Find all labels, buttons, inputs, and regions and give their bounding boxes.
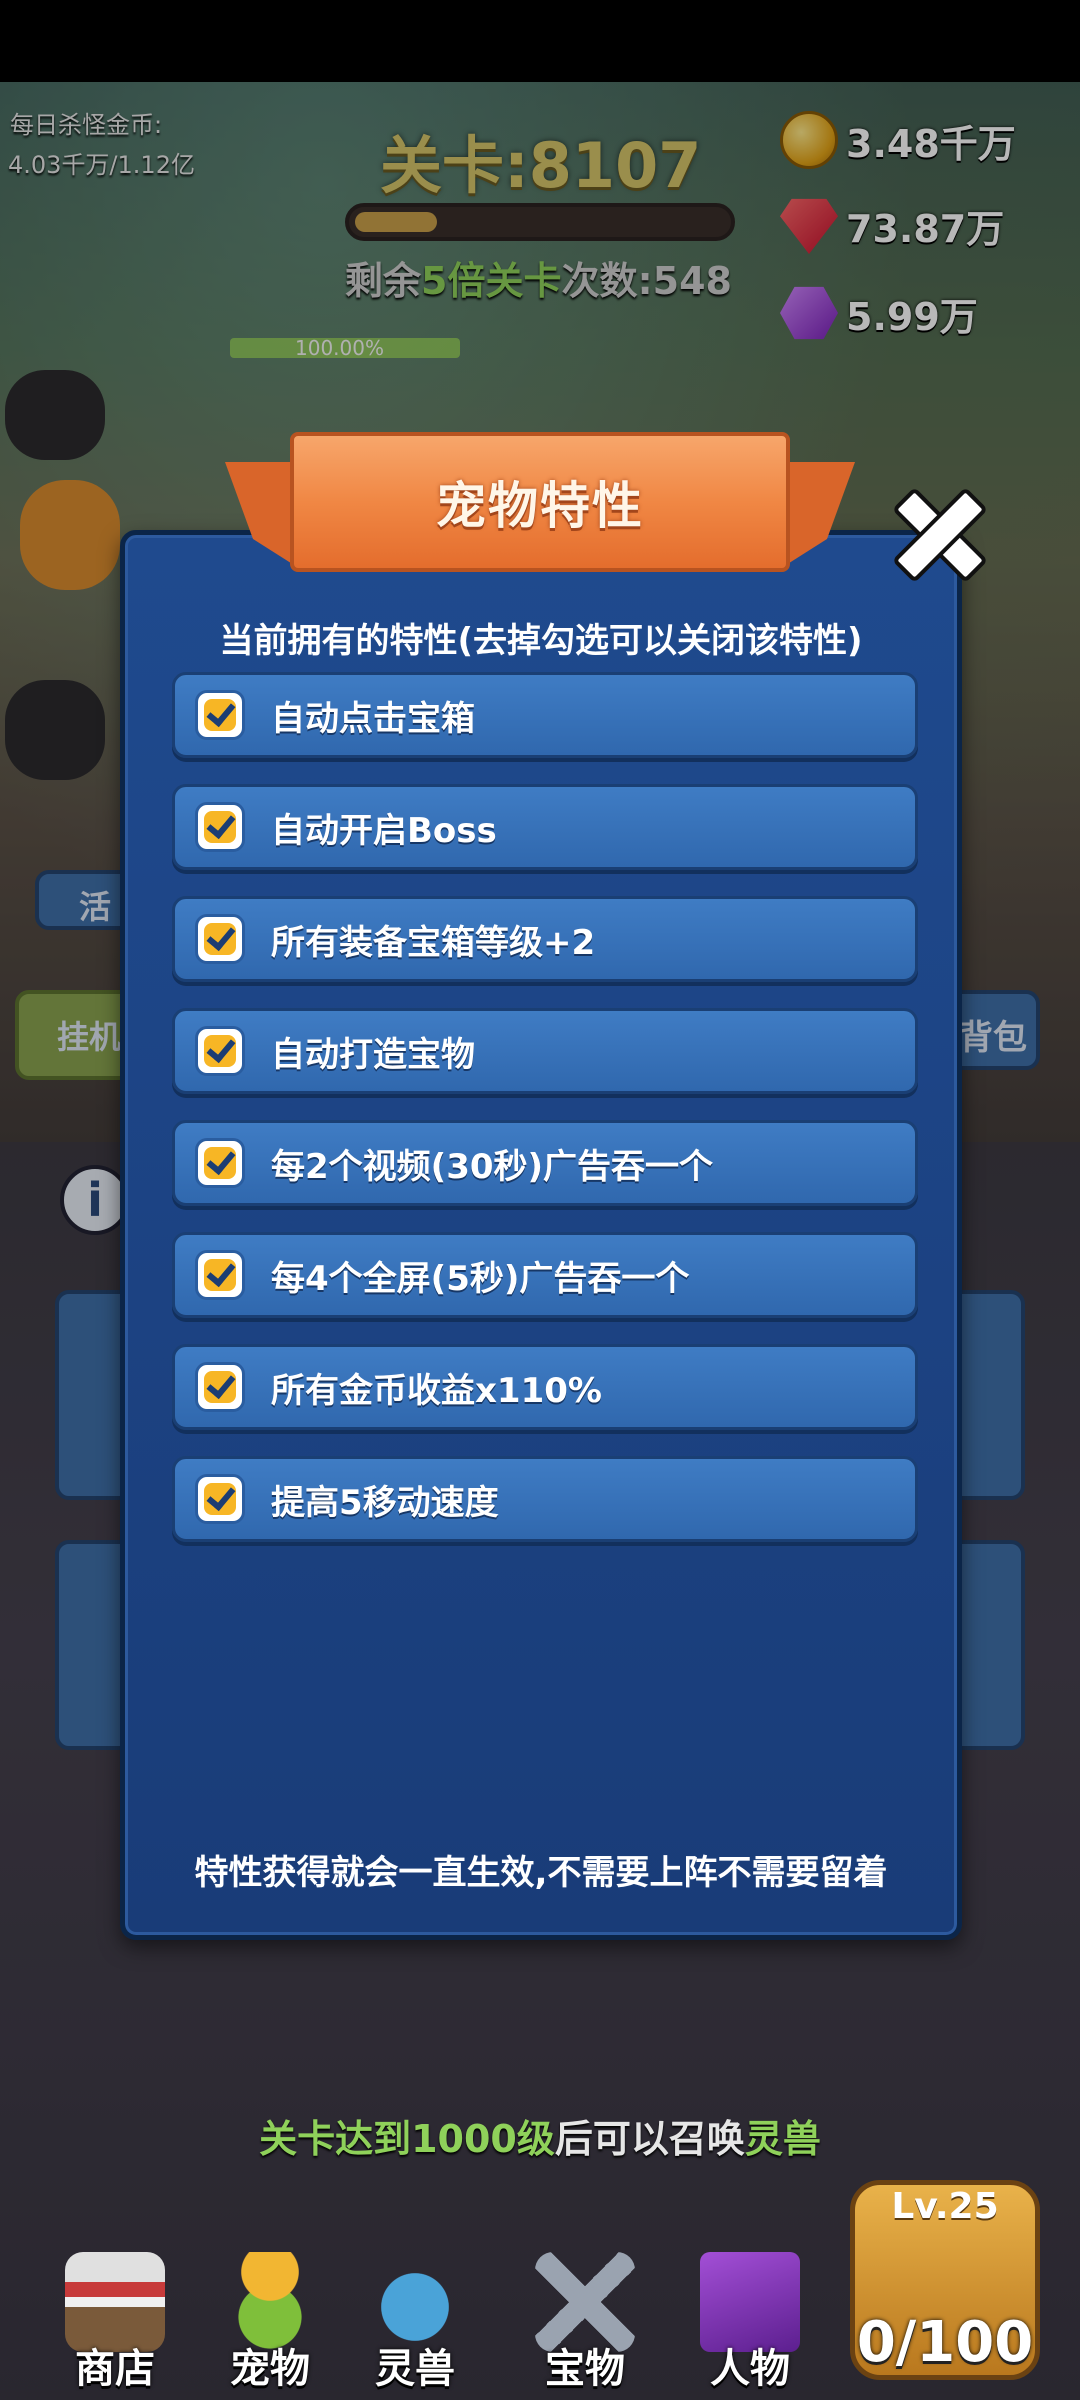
- trait-row[interactable]: 自动开启Boss: [172, 784, 918, 870]
- trait-row[interactable]: 所有金币收益x110%: [172, 1344, 918, 1430]
- trait-checkbox[interactable]: [195, 1026, 245, 1076]
- pet-traits-dialog: 当前拥有的特性(去掉勾选可以关闭该特性) 自动点击宝箱 自动开启Boss 所有装备宝…: [120, 530, 962, 1940]
- close-button[interactable]: [880, 475, 1000, 595]
- nav-label-character: 人物: [710, 2346, 790, 2392]
- trait-label: 自动打造宝物: [271, 1034, 475, 1075]
- nav-item-treasure[interactable]: 宝物: [515, 2240, 655, 2400]
- trait-row[interactable]: 每2个视频(30秒)广告吞一个: [172, 1120, 918, 1206]
- trait-label: 提高5移动速度: [271, 1482, 499, 1523]
- trait-checkbox[interactable]: [195, 1250, 245, 1300]
- dialog-footer-note: 特性获得就会一直生效,不需要上阵不需要留着: [194, 1853, 888, 1893]
- dialog-title-ribbon: 宠物特性: [225, 432, 855, 582]
- trait-checkbox[interactable]: [195, 1138, 245, 1188]
- trait-checkbox[interactable]: [195, 690, 245, 740]
- chest-level: Lv.25: [891, 2186, 999, 2227]
- nav-label-spirit-beast: 灵兽: [375, 2346, 455, 2392]
- chest-count: 0/100: [856, 2310, 1034, 2375]
- trait-label: 自动开启Boss: [271, 810, 497, 851]
- nav-label-shop: 商店: [75, 2346, 155, 2392]
- trait-checkbox[interactable]: [195, 802, 245, 852]
- trait-checkbox[interactable]: [195, 1362, 245, 1412]
- nav-item-pet[interactable]: 宠物: [200, 2240, 340, 2400]
- ribbon-banner: 宠物特性: [290, 432, 790, 572]
- trait-label: 所有装备宝箱等级+2: [271, 922, 596, 963]
- trait-label: 每4个全屏(5秒)广告吞一个: [271, 1258, 690, 1299]
- trait-row[interactable]: 提高5移动速度: [172, 1456, 918, 1542]
- trait-checkbox[interactable]: [195, 914, 245, 964]
- dialog-title: 宠物特性: [436, 477, 644, 535]
- trait-label: 自动点击宝箱: [271, 698, 475, 739]
- nav-label-treasure: 宝物: [545, 2346, 625, 2392]
- trait-row[interactable]: 每4个全屏(5秒)广告吞一个: [172, 1232, 918, 1318]
- dialog-subtitle: 当前拥有的特性(去掉勾选可以关闭该特性): [219, 621, 863, 661]
- nav-item-spirit-beast[interactable]: 灵兽: [345, 2240, 485, 2400]
- treasure-chest-button[interactable]: Lv.25 0/100: [840, 2160, 1050, 2400]
- unlock-highlight: 灵兽: [744, 2117, 821, 2161]
- nav-item-shop[interactable]: 商店: [45, 2240, 185, 2400]
- nav-label-pet: 宠物: [230, 2346, 310, 2392]
- nav-item-character[interactable]: 人物: [680, 2240, 820, 2400]
- trait-checkbox[interactable]: [195, 1474, 245, 1524]
- unlock-middle: 后可以召唤: [554, 2117, 745, 2161]
- unlock-message: 关卡达到1000级后可以召唤灵兽: [0, 2108, 1080, 2163]
- trait-row[interactable]: 自动点击宝箱: [172, 672, 918, 758]
- status-bar: [0, 0, 1080, 82]
- trait-label: 每2个视频(30秒)广告吞一个: [271, 1146, 714, 1187]
- unlock-prefix: 关卡达到1000级: [259, 2117, 555, 2161]
- trait-row[interactable]: 所有装备宝箱等级+2: [172, 896, 918, 982]
- trait-label: 所有金币收益x110%: [271, 1370, 602, 1411]
- trait-row[interactable]: 自动打造宝物: [172, 1008, 918, 1094]
